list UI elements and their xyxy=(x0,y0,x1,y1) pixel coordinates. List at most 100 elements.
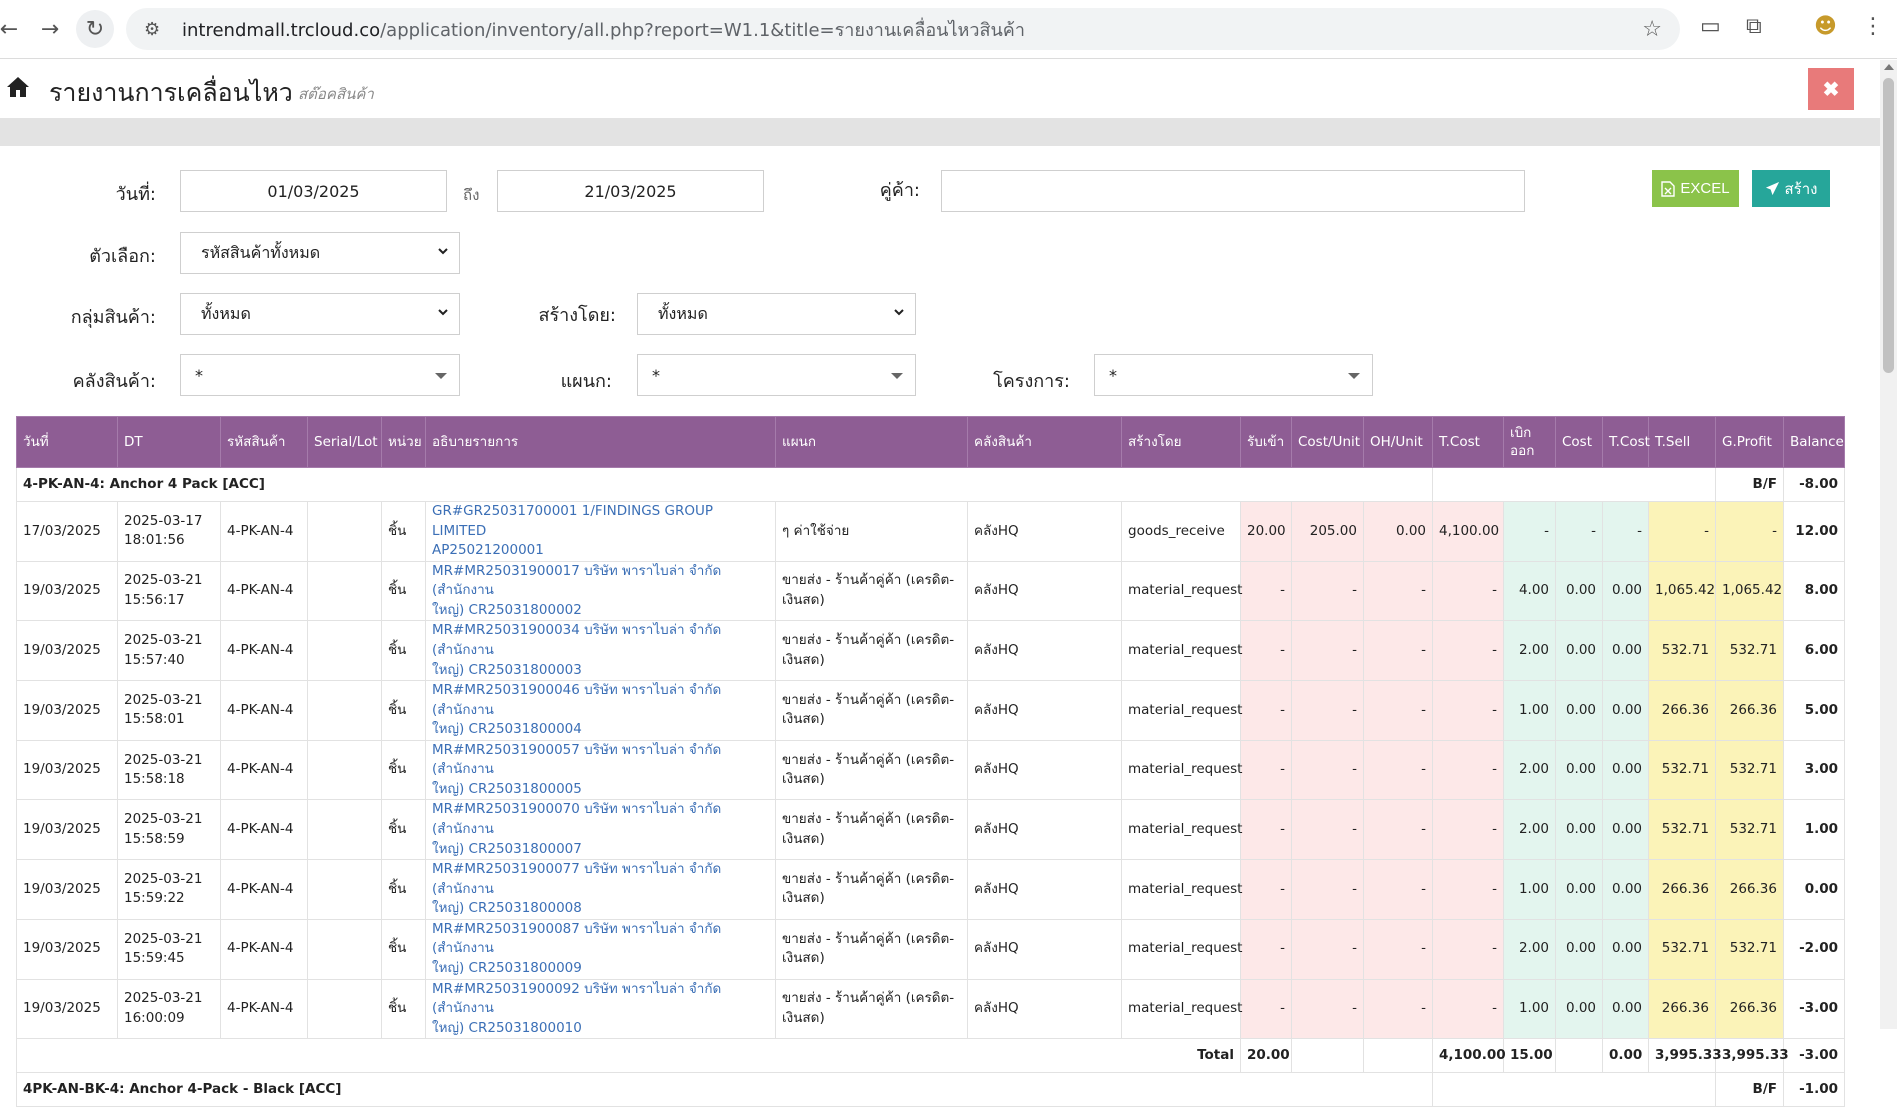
scroll-thumb[interactable] xyxy=(1883,78,1894,373)
cell-total-sell: 266.36 xyxy=(1648,978,1716,1040)
cell-cost: 0.00 xyxy=(1555,978,1603,1040)
scroll-up-icon[interactable] xyxy=(1884,64,1894,70)
cell-total-cost: 4,100.00 xyxy=(1432,501,1504,562)
date-from-input[interactable]: 01/03/2025 xyxy=(180,170,447,212)
cell-created-by: material_request xyxy=(1121,620,1242,682)
document-link[interactable]: MR#MR25031900057 บริษัท พาราไบล่า จำกัด … xyxy=(432,742,721,797)
cell-date: 19/03/2025 xyxy=(16,680,118,741)
column-header[interactable]: OH/Unit xyxy=(1363,416,1433,468)
project-label: โครงการ: xyxy=(993,371,1070,392)
site-settings-icon[interactable]: ⚙ xyxy=(144,19,168,40)
product-group-row: 4PK-AN-BK-4: Anchor 4-Pack - Black [ACC]… xyxy=(16,1072,1845,1107)
column-header[interactable]: T.Sell xyxy=(1648,416,1716,468)
total-balance: -3.00 xyxy=(1783,1038,1845,1074)
cell-cost-unit: - xyxy=(1291,739,1364,801)
document-link[interactable]: MR#MR25031900092 บริษัท พาราไบล่า จำกัด … xyxy=(432,981,721,1036)
cell-date: 19/03/2025 xyxy=(16,560,118,622)
address-bar[interactable]: ⚙ intrendmall.trcloud.co/application/inv… xyxy=(126,8,1680,50)
column-header[interactable]: แผนก xyxy=(775,416,968,468)
cell-total-sell: 266.36 xyxy=(1648,859,1716,920)
column-header[interactable]: รับเข้า xyxy=(1240,416,1292,468)
extension-chat-icon[interactable]: ▭ xyxy=(1700,14,1721,39)
cell-date: 19/03/2025 xyxy=(16,978,118,1040)
cell-warehouse: คลังHQ xyxy=(967,680,1122,741)
column-header[interactable]: Cost xyxy=(1555,416,1603,468)
cell-oh-unit: - xyxy=(1363,978,1433,1040)
cell-received: - xyxy=(1240,918,1292,980)
cell-total-cost: - xyxy=(1432,859,1504,920)
created-by-select[interactable]: ทั้งหมด xyxy=(637,293,916,335)
close-button[interactable]: ✖ xyxy=(1808,68,1854,110)
profile-avatar-icon[interactable]: ☻ xyxy=(1814,14,1837,39)
bf-label: B/F xyxy=(1715,1072,1784,1107)
document-link[interactable]: GR#GR25031700001 1/FINDINGS GROUP LIMITE… xyxy=(432,503,713,558)
file-excel-icon xyxy=(1661,180,1676,197)
column-header[interactable]: วันที่ xyxy=(16,416,118,468)
cell-issued: 2.00 xyxy=(1503,739,1556,801)
column-header[interactable]: Serial/Lot xyxy=(307,416,382,468)
forward-icon[interactable]: → xyxy=(31,10,69,48)
document-link[interactable]: MR#MR25031900070 บริษัท พาราไบล่า จำกัด … xyxy=(432,801,721,856)
column-header[interactable]: T.Cost xyxy=(1602,416,1650,468)
column-header[interactable]: T.Cost xyxy=(1432,416,1504,468)
url-text[interactable]: intrendmall.trcloud.co/application/inven… xyxy=(182,15,1025,44)
document-link[interactable]: MR#MR25031900046 บริษัท พาราไบล่า จำกัด … xyxy=(432,682,721,737)
product-group-name: 4-PK-AN-4: Anchor 4 Pack [ACC] xyxy=(16,467,1433,502)
date-to-input[interactable]: 21/03/2025 xyxy=(497,170,764,212)
caret-down-icon xyxy=(435,373,447,379)
cell-dt: 2025-03-21 15:58:18 xyxy=(117,739,221,801)
cell-warehouse: คลังHQ xyxy=(967,501,1122,562)
document-link[interactable]: MR#MR25031900017 บริษัท พาราไบล่า จำกัด … xyxy=(432,563,721,618)
cell-gross-profit: 266.36 xyxy=(1715,680,1784,741)
excel-button[interactable]: EXCEL xyxy=(1652,170,1739,207)
cell-total-sell: 266.36 xyxy=(1648,680,1716,741)
column-header[interactable]: Balance xyxy=(1783,416,1845,468)
cell-dt: 2025-03-21 15:58:01 xyxy=(117,680,221,741)
table-row: 19/03/2025 2025-03-21 16:00:09 4-PK-AN-4 ชิ้… xyxy=(16,978,1845,1040)
column-header[interactable]: สร้างโดย xyxy=(1121,416,1241,468)
create-button[interactable]: สร้าง xyxy=(1752,170,1830,207)
reload-icon[interactable]: ↻ xyxy=(76,10,114,48)
cell-balance: 3.00 xyxy=(1783,739,1845,801)
document-link[interactable]: MR#MR25031900034 บริษัท พาราไบล่า จำกัด … xyxy=(432,622,721,677)
extensions-puzzle-icon[interactable]: ⧉ xyxy=(1746,14,1762,39)
group-label: กลุ่มสินค้า: xyxy=(70,307,156,328)
department-select[interactable]: * xyxy=(637,354,916,396)
table-row: 17/03/2025 2025-03-17 18:01:56 4-PK-AN-4 ชิ้… xyxy=(16,501,1845,562)
back-icon[interactable]: ← xyxy=(0,10,28,48)
document-link[interactable]: MR#MR25031900087 บริษัท พาราไบล่า จำกัด … xyxy=(432,921,721,976)
column-header[interactable]: รหัสสินค้า xyxy=(220,416,308,468)
warehouse-select[interactable]: * xyxy=(180,354,460,396)
column-header[interactable]: DT xyxy=(117,416,221,468)
cell-dt: 2025-03-21 15:56:17 xyxy=(117,560,221,622)
column-header[interactable]: G.Profit xyxy=(1715,416,1784,468)
cell-received: - xyxy=(1240,680,1292,741)
column-header[interactable]: คลังสินค้า xyxy=(967,416,1122,468)
cell-issued: 2.00 xyxy=(1503,620,1556,682)
cell-dt: 2025-03-21 15:58:59 xyxy=(117,799,221,861)
page-scrollbar[interactable] xyxy=(1880,60,1897,1029)
column-header[interactable]: Cost/Unit xyxy=(1291,416,1364,468)
cell-balance: 12.00 xyxy=(1783,501,1845,562)
cell-cost-unit: - xyxy=(1291,680,1364,741)
cell-cost-unit: - xyxy=(1291,620,1364,682)
cell-serial-lot xyxy=(307,501,382,562)
cell-issued: 1.00 xyxy=(1503,978,1556,1040)
column-header[interactable]: หน่วย xyxy=(381,416,426,468)
cell-oh-unit: 0.00 xyxy=(1363,501,1433,562)
browser-menu-icon[interactable]: ⋮ xyxy=(1862,14,1884,39)
product-group-select[interactable]: ทั้งหมด xyxy=(180,293,460,335)
bookmark-star-icon[interactable]: ☆ xyxy=(1642,17,1662,42)
chevron-down-icon xyxy=(438,309,448,316)
column-header[interactable]: เบิก ออก xyxy=(1503,416,1556,468)
document-link[interactable]: MR#MR25031900077 บริษัท พาราไบล่า จำกัด … xyxy=(432,861,721,916)
column-header[interactable]: อธิบายรายการ xyxy=(425,416,776,468)
option-select[interactable]: รหัสสินค้าทั้งหมด xyxy=(180,232,460,274)
project-select[interactable]: * xyxy=(1094,354,1373,396)
partner-input[interactable] xyxy=(941,170,1525,212)
cell-received: - xyxy=(1240,978,1292,1040)
page-title: รายงานการเคลื่อนไหว xyxy=(49,78,293,107)
cell-serial-lot xyxy=(307,680,382,741)
home-icon[interactable] xyxy=(6,76,30,98)
cell-warehouse: คลังHQ xyxy=(967,739,1122,801)
